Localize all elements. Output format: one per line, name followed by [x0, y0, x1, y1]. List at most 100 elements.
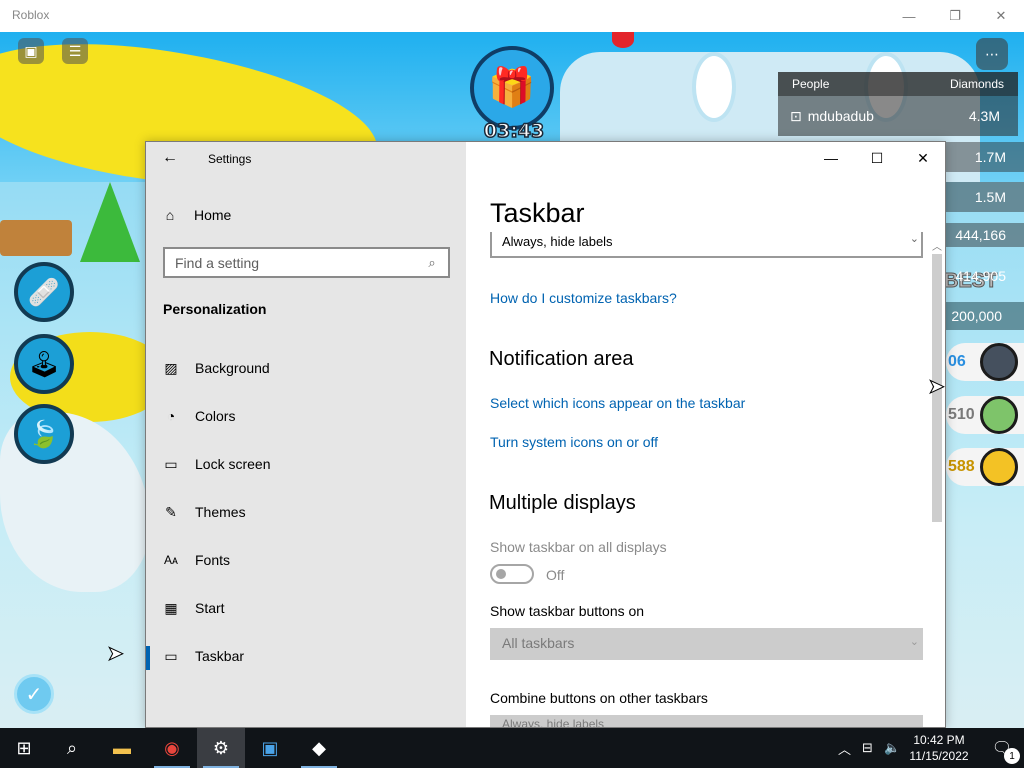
game-sign: [0, 220, 72, 256]
roblox-chat-icon[interactable]: ☰: [62, 38, 88, 64]
windows-logo-icon: ⊞: [16, 737, 32, 758]
network-icon[interactable]: ⊟: [862, 728, 873, 768]
customize-taskbars-link[interactable]: How do I customize taskbars?: [490, 290, 677, 306]
image-icon: ▨: [164, 359, 178, 376]
leaderboard-diamonds-header: Diamonds: [949, 77, 1004, 91]
gift-icon: 🎁: [488, 67, 536, 109]
mouse-cursor-icon: ➤: [107, 643, 125, 666]
leaderboard-value: 444,166: [945, 223, 1024, 247]
nav-home-label: Home: [194, 207, 232, 223]
volume-icon[interactable]: 🔈: [884, 728, 900, 768]
show-all-displays-toggle[interactable]: [490, 564, 534, 584]
roblox-minimize-button[interactable]: —: [886, 0, 932, 32]
gift-timer: 03:43: [483, 119, 545, 143]
show-buttons-label: Show taskbar buttons on: [490, 603, 645, 619]
roblox-more-icon[interactable]: ⋯: [976, 38, 1008, 70]
store-button[interactable]: ▣: [246, 728, 294, 768]
combine-other-dropdown[interactable]: Always, hide labels: [490, 715, 923, 727]
leaderboard-value: 200,000: [945, 302, 1024, 330]
leaderboard-people-header: People: [792, 77, 830, 91]
chevron-down-icon: ⌄: [909, 636, 919, 648]
sidebar-item-background[interactable]: ▨ Background: [146, 344, 466, 392]
show-all-displays-label: Show taskbar on all displays: [490, 539, 667, 555]
toggle-state-label: Off: [546, 567, 565, 583]
leaderboard-value: 414,905: [955, 268, 1006, 284]
settings-taskbar-button[interactable]: ⚙: [197, 728, 245, 768]
home-icon: ⌂: [165, 207, 175, 223]
search-box[interactable]: ⌕: [163, 247, 450, 278]
gear-icon: ⚙: [212, 737, 230, 758]
nav-section-title: Personalization: [163, 301, 267, 317]
leaderboard-row[interactable]: ⊡ mdubadub 4.3M: [778, 96, 1018, 136]
nav-home[interactable]: ⌂ Home: [162, 204, 232, 226]
clock-time: 10:42 PM: [913, 733, 965, 747]
verified-badge-icon[interactable]: ✓: [14, 674, 54, 714]
lock-screen-icon: ▭: [164, 455, 178, 472]
chrome-icon: ◉: [164, 737, 180, 758]
back-arrow-icon[interactable]: ←: [160, 148, 180, 168]
sidebar-item-label: Background: [195, 360, 270, 376]
search-button[interactable]: ⌕: [48, 728, 96, 768]
sidebar-item-label: Start: [195, 600, 225, 616]
nav-list: ▨ Background ◔ Colors ▭ Lock screen ✎ Th…: [146, 344, 466, 680]
file-explorer-button[interactable]: ▬: [98, 728, 146, 768]
sidebar-item-themes[interactable]: ✎ Themes: [146, 488, 466, 536]
roblox-icon: ◆: [312, 737, 326, 758]
leaderboard-value: 1.7M: [945, 142, 1024, 172]
leaderboard-header: People Diamonds: [778, 72, 1018, 96]
combine-other-label: Combine buttons on other taskbars: [490, 690, 708, 706]
settings-content-pane: — ☐ ✕ Taskbar Always, hide labels ⌄ How …: [466, 142, 945, 727]
scroll-up-icon[interactable]: ︿: [931, 238, 943, 253]
game-bandage-button[interactable]: 🩹: [14, 262, 74, 322]
roblox-close-button[interactable]: ✕: [978, 0, 1024, 32]
game-remote-button[interactable]: 🕹: [14, 334, 74, 394]
chevron-up-icon: ︿: [838, 741, 852, 757]
roblox-menu-icon[interactable]: ▣: [18, 38, 44, 64]
system-icons-link[interactable]: Turn system icons on or off: [490, 434, 658, 450]
store-icon: ▣: [261, 737, 279, 758]
sidebar-item-label: Colors: [195, 408, 236, 424]
search-icon: ⌕: [66, 737, 78, 758]
game-tree: [80, 182, 140, 262]
taskbar-icon: ▭: [164, 647, 178, 664]
maximize-button[interactable]: ☐: [854, 142, 900, 174]
start-icon: ▦: [164, 599, 178, 616]
close-button[interactable]: ✕: [900, 142, 945, 174]
roblox-titlebar: Roblox — ❐ ✕: [0, 0, 1024, 32]
roblox-taskbar-button[interactable]: ◆: [295, 728, 343, 768]
game-leaf-button[interactable]: 🍃: [14, 404, 74, 464]
settings-nav-pane: ← Settings ⌂ Home ⌕ Personalization ▨ Ba…: [146, 142, 466, 727]
settings-window: ← Settings ⌂ Home ⌕ Personalization ▨ Ba…: [145, 141, 946, 728]
roblox-window-title: Roblox: [12, 8, 50, 22]
minimize-button[interactable]: —: [808, 142, 854, 174]
sidebar-item-colors[interactable]: ◔ Colors: [146, 392, 466, 440]
dropdown-value: All taskbars: [502, 635, 575, 651]
sidebar-item-lock-screen[interactable]: ▭ Lock screen: [146, 440, 466, 488]
windows-taskbar: ⊞ ⌕ ▬ ◉ ⚙ ▣ ◆ ︿ ⊟ 🔈 10:42 PM 11/15/2022 …: [0, 728, 1024, 768]
chevron-down-icon: ⌄: [909, 233, 919, 245]
stat-pill: 06: [946, 343, 1024, 381]
sidebar-item-taskbar[interactable]: ▭ Taskbar: [146, 632, 466, 680]
chrome-button[interactable]: ◉: [148, 728, 196, 768]
bandage-icon: 🩹: [27, 276, 61, 307]
sidebar-item-fonts[interactable]: Aᴀ Fonts: [146, 536, 466, 584]
leaderboard-player-name: mdubadub: [807, 108, 874, 124]
remote-icon: 🕹: [27, 348, 61, 379]
leaf-icon: 🍃: [27, 418, 61, 449]
roblox-restore-button[interactable]: ❐: [932, 0, 978, 32]
game-gift-button[interactable]: 🎁: [470, 46, 554, 130]
action-center-button[interactable]: 🗨 1: [980, 728, 1024, 768]
start-button[interactable]: ⊞: [0, 728, 48, 768]
search-icon[interactable]: ⌕: [424, 255, 440, 271]
sidebar-item-start[interactable]: ▦ Start: [146, 584, 466, 632]
show-hidden-icons-button[interactable]: ︿: [838, 728, 851, 768]
search-input[interactable]: [175, 254, 424, 271]
leaderboard: People Diamonds ⊡ mdubadub 4.3M: [778, 72, 1018, 136]
select-icons-link[interactable]: Select which icons appear on the taskbar: [490, 395, 745, 411]
sidebar-item-label: Fonts: [195, 552, 231, 568]
system-clock[interactable]: 10:42 PM 11/15/2022: [900, 732, 978, 764]
leaderboard-value: 1.5M: [945, 182, 1024, 212]
game-balloon: [612, 32, 634, 48]
show-buttons-dropdown[interactable]: All taskbars ⌄: [490, 628, 923, 660]
combine-buttons-dropdown[interactable]: Always, hide labels ⌄: [490, 232, 923, 258]
